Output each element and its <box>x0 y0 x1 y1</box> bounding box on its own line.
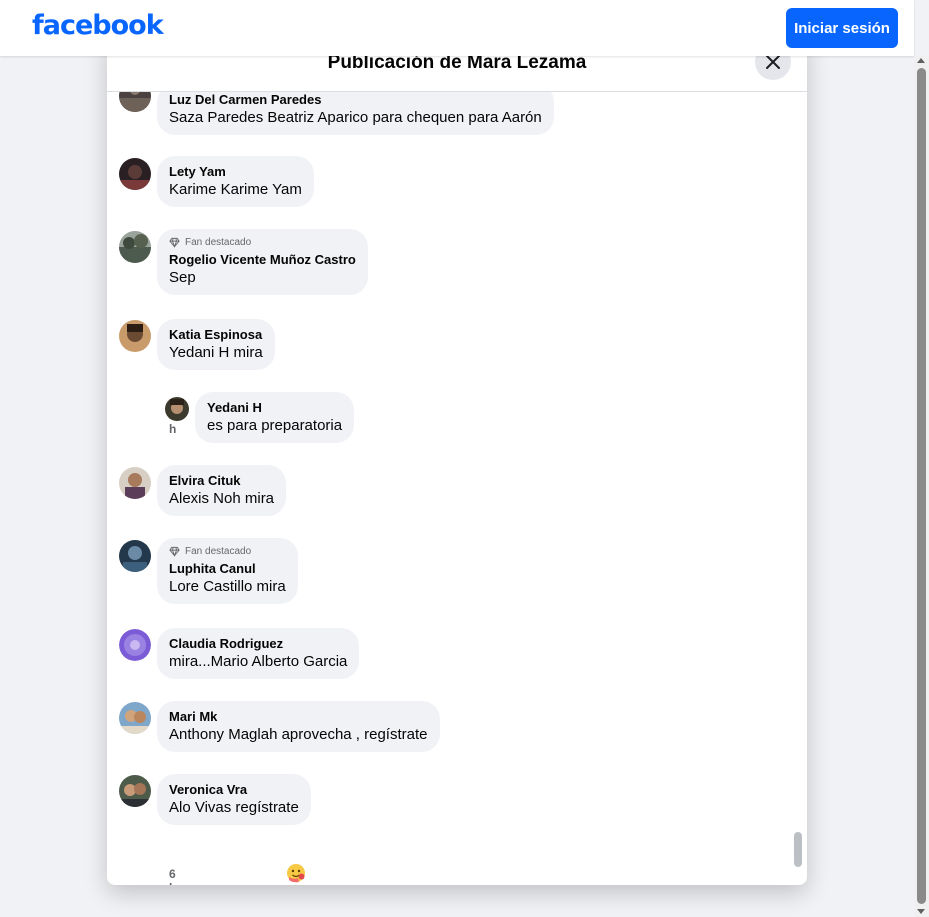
facebook-logo[interactable]: facebook <box>32 10 164 41</box>
comment-text: es para preparatoria <box>207 417 343 434</box>
top-bar: facebook Iniciar sesión <box>0 0 914 56</box>
comment-author[interactable]: Luphita Canul <box>169 561 286 577</box>
page-scrollbar[interactable] <box>914 56 929 917</box>
comment-text: Alo Vivas regístrate <box>169 799 299 816</box>
diamond-icon <box>169 546 180 557</box>
avatar[interactable] <box>119 158 151 190</box>
comment-text: Anthony Maglah aprovecha , regístrate <box>169 726 428 743</box>
comments-list[interactable]: Luz Del Carmen Paredes Saza Paredes Beat… <box>107 92 807 885</box>
avatar[interactable] <box>119 467 151 499</box>
comment-author[interactable]: Mari Mk <box>169 709 428 725</box>
comment-text: Lore Castillo mira <box>169 578 286 595</box>
comment-bubble: Luz Del Carmen Paredes Saza Paredes Beat… <box>157 92 554 135</box>
close-icon <box>766 55 780 69</box>
comment-author[interactable]: Claudia Rodriguez <box>169 636 347 652</box>
comment-text: Saza Paredes Beatriz Aparico para cheque… <box>169 109 542 126</box>
avatar[interactable] <box>165 397 189 421</box>
comment-author[interactable]: Lety Yam <box>169 164 302 180</box>
avatar[interactable] <box>119 231 151 263</box>
comment-text: Karime Karime Yam <box>169 181 302 198</box>
comment-bubble: Fan destacado Rogelio Vicente Muñoz Cast… <box>157 229 368 295</box>
comment-author[interactable]: Rogelio Vicente Muñoz Castro <box>169 252 356 268</box>
comment-text: Alexis Noh mira <box>169 490 275 507</box>
comment-bubble: Veronica Vra Alo Vivas regístrate <box>157 774 311 825</box>
comment-bubble: Katia Espinosa Yedani H mira <box>157 319 275 370</box>
avatar[interactable] <box>119 540 151 572</box>
badge-label: Fan destacado <box>185 237 252 248</box>
avatar[interactable] <box>119 702 151 734</box>
comment-text: Sep <box>169 269 196 286</box>
comment-author[interactable]: Veronica Vra <box>169 782 299 798</box>
hug-emoji-icon[interactable] <box>286 863 306 883</box>
comment-time[interactable]: 6 h <box>169 867 176 885</box>
comment-author[interactable]: Yedani H <box>207 400 342 416</box>
comment-text: mira...Mario Alberto Garcia <box>169 653 348 670</box>
comment-text: Yedani H mira <box>169 344 263 361</box>
avatar[interactable] <box>119 92 151 112</box>
avatar[interactable] <box>119 775 151 807</box>
post-modal: Publicación de Mara Lezama Luz Del Carme… <box>107 36 807 885</box>
top-fan-badge: Fan destacado <box>169 546 286 557</box>
comment-bubble: Yedani H es para preparatoria <box>195 392 355 443</box>
avatar[interactable] <box>119 320 151 352</box>
page-scrollbar-thumb[interactable] <box>917 68 926 904</box>
badge-label: Fan destacado <box>185 546 252 557</box>
modal-scrollbar-thumb[interactable] <box>794 832 802 867</box>
login-button[interactable]: Iniciar sesión <box>786 8 898 48</box>
comment-bubble: Fan destacado Luphita Canul Lore Castill… <box>157 538 298 604</box>
diamond-icon <box>169 237 180 248</box>
scroll-up-arrow-icon[interactable] <box>917 58 925 63</box>
comment-bubble: Lety Yam Karime Karime Yam <box>157 156 314 207</box>
comment-bubble: Mari Mk Anthony Maglah aprovecha , regís… <box>157 701 440 752</box>
comment-author[interactable]: Elvira Cituk <box>169 473 274 489</box>
comment-bubble: Elvira Cituk Alexis Noh mira <box>157 465 287 516</box>
comment-bubble: Claudia Rodriguez mira...Mario Alberto G… <box>157 628 360 679</box>
comment-author[interactable]: Katia Espinosa <box>169 327 263 343</box>
scroll-down-arrow-icon[interactable] <box>917 909 925 914</box>
avatar[interactable] <box>119 629 151 661</box>
top-fan-badge: Fan destacado <box>169 237 356 248</box>
comment-author[interactable]: Luz Del Carmen Paredes <box>169 92 542 108</box>
